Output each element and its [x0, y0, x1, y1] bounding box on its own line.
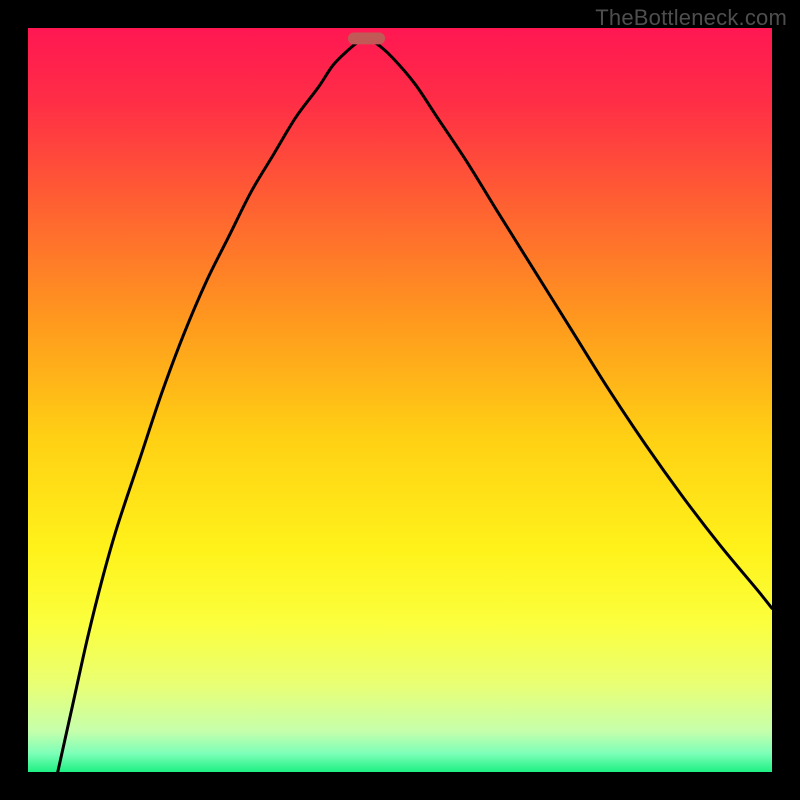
bottleneck-chart [28, 28, 772, 772]
plot-area [28, 28, 772, 772]
chart-frame: TheBottleneck.com [0, 0, 800, 800]
watermark-text: TheBottleneck.com [595, 5, 787, 31]
optimal-marker [348, 32, 385, 44]
gradient-background [28, 28, 772, 772]
